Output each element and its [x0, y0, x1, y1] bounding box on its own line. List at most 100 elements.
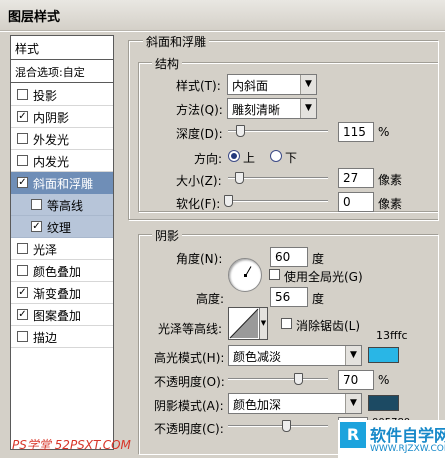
style-item-label: 投影 [33, 89, 58, 103]
title-separator [0, 30, 445, 32]
depth-label: 深度(D): [176, 127, 223, 141]
checkbox-checked[interactable]: ✓ [17, 111, 28, 122]
chevron-down-icon: ▼ [300, 99, 316, 118]
blending-options-label: 混合选项:自定 [15, 66, 85, 79]
size-slider-thumb[interactable] [235, 172, 244, 184]
soften-value: 0 [343, 195, 351, 209]
style-item-label: 图案叠加 [33, 309, 82, 323]
direction-up-label[interactable]: 上 [243, 149, 255, 166]
technique-select[interactable]: 雕刻清晰 ▼ [227, 98, 317, 119]
checkbox-unchecked[interactable] [17, 331, 28, 342]
soften-slider-thumb[interactable] [224, 195, 233, 207]
checkbox-unchecked[interactable] [31, 199, 42, 210]
soften-input[interactable]: 0 [338, 192, 374, 212]
highlight-mode-value: 颜色减淡 [233, 350, 282, 364]
gloss-contour-picker[interactable]: ▼ [228, 307, 268, 340]
angle-input[interactable]: 60 [270, 247, 308, 267]
style-item-4[interactable]: 内发光 [11, 150, 113, 172]
shadow-color-swatch[interactable] [368, 395, 399, 411]
style-item-label: 斜面和浮雕 [33, 177, 94, 191]
altitude-input[interactable]: 56 [270, 287, 308, 307]
size-input[interactable]: 27 [338, 168, 374, 188]
highlight-mode-select[interactable]: 颜色减淡 ▼ [228, 345, 362, 366]
style-item-12[interactable]: 描边 [11, 326, 113, 348]
shadow-mode-label: 阴影模式(A): [154, 399, 224, 413]
style-item-10[interactable]: ✓ 渐变叠加 [11, 282, 113, 304]
checkbox-unchecked[interactable] [17, 265, 28, 276]
altitude-unit: 度 [312, 292, 325, 306]
altitude-label: 高度: [196, 292, 225, 306]
style-item-label: 内阴影 [33, 111, 70, 125]
checkbox-checked[interactable]: ✓ [31, 221, 42, 232]
style-item-11[interactable]: ✓ 图案叠加 [11, 304, 113, 326]
style-item-6[interactable]: 等高线 [11, 194, 113, 216]
chevron-down-icon: ▼ [300, 75, 316, 94]
global-light-label[interactable]: 使用全局光(G) [284, 268, 363, 285]
watermark-left: PS学堂 52PSXT.COM [12, 438, 131, 452]
style-item-3[interactable]: 外发光 [11, 128, 113, 150]
bevel-group-title: 斜面和浮雕 [143, 33, 210, 50]
watermark-right: R 软件自学网 WWW.RJZXW.COM [338, 420, 445, 458]
watermark-logo-text: 软件自学网 [370, 426, 445, 445]
shading-title: 阴影 [152, 227, 183, 244]
size-label: 大小(Z): [176, 174, 222, 188]
soften-slider-track[interactable] [228, 200, 328, 202]
highlight-opacity-thumb[interactable] [294, 373, 303, 385]
direction-down-radio[interactable] [270, 150, 282, 162]
chevron-down-icon: ▼ [259, 308, 267, 339]
style-select-value: 内斜面 [232, 79, 269, 93]
highlight-opacity-label: 不透明度(O): [154, 375, 225, 389]
direction-up-radio[interactable] [228, 150, 240, 162]
angle-unit: 度 [312, 252, 325, 266]
checkbox-checked[interactable]: ✓ [17, 287, 28, 298]
depth-slider-thumb[interactable] [236, 125, 245, 137]
global-light-checkbox[interactable] [269, 269, 280, 280]
style-item-label: 纹理 [47, 221, 72, 235]
blending-options-item[interactable]: 混合选项:自定 [11, 61, 113, 83]
highlight-opacity-track[interactable] [228, 378, 328, 380]
shadow-opacity-label: 不透明度(C): [154, 422, 224, 436]
highlight-opacity-input[interactable]: 70 [338, 370, 374, 390]
styles-header-label: 样式 [15, 42, 40, 56]
style-item-5[interactable]: ✓ 斜面和浮雕 [11, 172, 113, 194]
chevron-down-icon: ▼ [345, 346, 361, 365]
angle-dial-needle [245, 266, 252, 277]
title-bar [0, 0, 445, 30]
style-item-7[interactable]: ✓ 纹理 [11, 216, 113, 238]
checkbox-unchecked[interactable] [17, 243, 28, 254]
style-item-label: 外发光 [33, 133, 70, 147]
checkbox-checked[interactable]: ✓ [17, 177, 28, 188]
style-label: 样式(T): [176, 79, 221, 93]
direction-down-label[interactable]: 下 [285, 149, 297, 166]
shadow-opacity-thumb[interactable] [282, 420, 291, 432]
style-item-2[interactable]: ✓ 内阴影 [11, 106, 113, 128]
depth-unit: % [378, 125, 390, 139]
highlight-mode-label: 高光模式(H): [154, 351, 225, 365]
shadow-mode-value: 颜色加深 [233, 398, 282, 412]
highlight-opacity-value: 70 [343, 373, 359, 387]
watermark-url: WWW.RJZXW.COM [370, 444, 445, 454]
structure-title: 结构 [152, 55, 183, 72]
checkbox-unchecked[interactable] [17, 133, 28, 144]
highlight-color-swatch[interactable] [368, 347, 399, 363]
shadow-mode-select[interactable]: 颜色加深 ▼ [228, 393, 362, 414]
angle-dial[interactable] [228, 258, 262, 292]
checkbox-unchecked[interactable] [17, 155, 28, 166]
antialias-label[interactable]: 消除锯齿(L) [296, 317, 360, 334]
angle-value: 60 [275, 250, 291, 264]
window-title: 图层样式 [8, 10, 61, 25]
angle-label: 角度(N): [176, 252, 223, 266]
shadow-opacity-track[interactable] [228, 425, 328, 427]
style-item-label: 渐变叠加 [33, 287, 82, 301]
checkbox-unchecked[interactable] [17, 89, 28, 100]
style-item-label: 描边 [33, 331, 58, 345]
style-item-9[interactable]: 颜色叠加 [11, 260, 113, 282]
style-item-8[interactable]: 光泽 [11, 238, 113, 260]
soften-unit: 像素 [378, 197, 403, 211]
checkbox-checked[interactable]: ✓ [17, 309, 28, 320]
style-select[interactable]: 内斜面 ▼ [227, 74, 317, 95]
styles-header[interactable]: 样式 [11, 36, 113, 60]
depth-input[interactable]: 115 [338, 122, 374, 142]
antialias-checkbox[interactable] [281, 318, 292, 329]
style-item-1[interactable]: 投影 [11, 84, 113, 106]
